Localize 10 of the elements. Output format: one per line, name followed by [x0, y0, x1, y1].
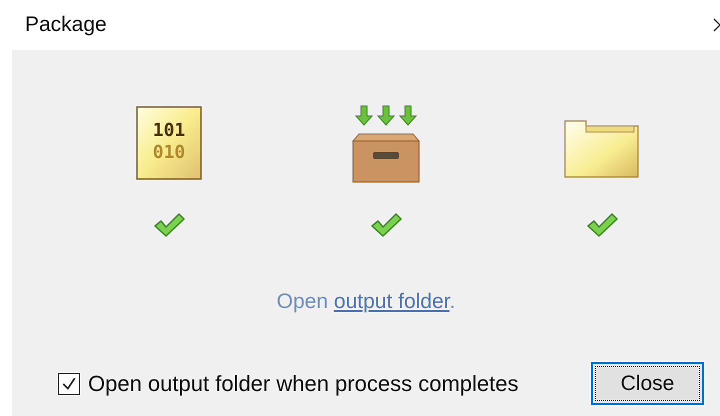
- checkmark-icon: [61, 376, 77, 392]
- close-button[interactable]: Close: [591, 362, 704, 405]
- checkbox[interactable]: [58, 372, 80, 394]
- result-message: Open output folder.: [276, 290, 456, 314]
- box-icon: [350, 104, 420, 184]
- folder-icon: [564, 120, 640, 178]
- binary-file-icon: 101 010: [136, 106, 202, 180]
- output-folder-link[interactable]: output folder: [334, 290, 450, 313]
- checkbox-label: Open output folder when process completes: [88, 370, 518, 396]
- window-title: Package: [25, 13, 107, 37]
